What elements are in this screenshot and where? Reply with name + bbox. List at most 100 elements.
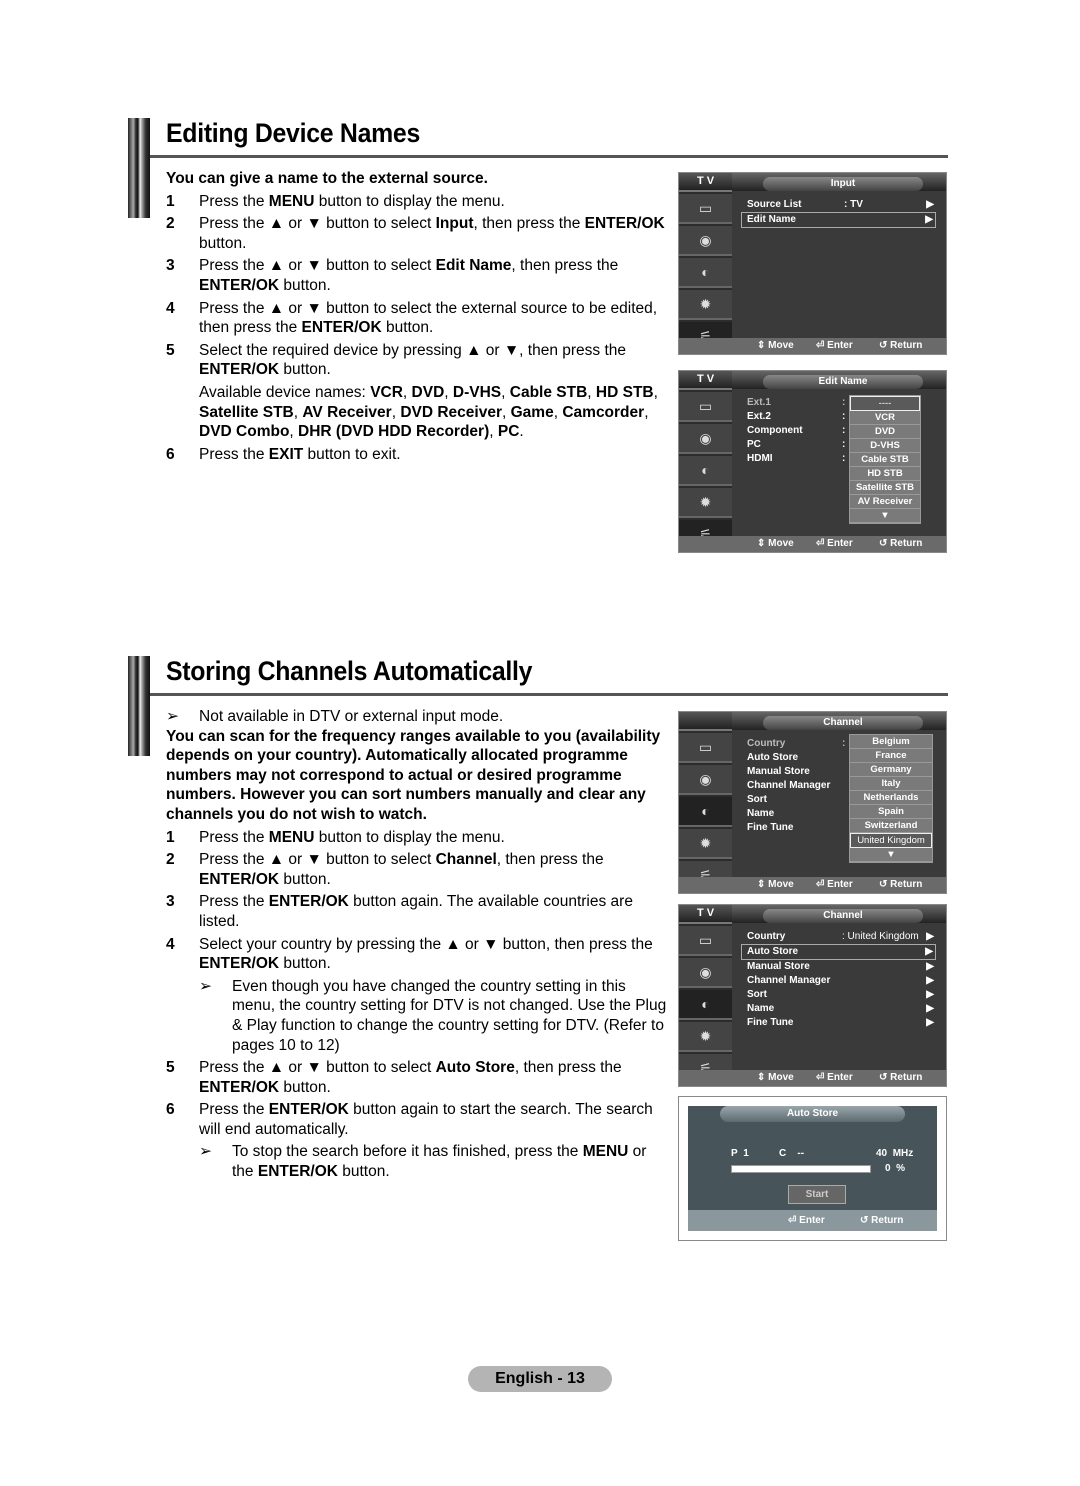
picture-icon[interactable]: ▭ (679, 194, 732, 224)
country-list[interactable]: Belgium France Germany Italy Netherlands Spai… (849, 734, 933, 863)
sound-icon[interactable]: ◉ (679, 424, 732, 454)
scroll-down-icon[interactable]: ▼ (850, 848, 932, 862)
device-option[interactable]: HD STB (850, 467, 920, 481)
tv-menu-channel: Channel T V ▭ ◉ ◐ ✹ ⚟ Country: United Ki… (678, 904, 947, 1087)
section1-text: You can give a name to the external sour… (166, 169, 671, 464)
note-arrow-icon: ➢ (199, 977, 212, 995)
sound-icon[interactable]: ◉ (679, 958, 732, 988)
title-rule (150, 155, 948, 158)
return-hint: ↺ Return (879, 340, 923, 351)
device-option[interactable]: AV Receiver (850, 495, 920, 509)
menu-row-source-list[interactable]: Source List: TV ▶ (747, 198, 936, 212)
menu-footer: ⇕ Move ⏎ Enter ↺ Return (679, 536, 946, 552)
step-2: 2 Press the ▲ or ▼ button to select Input… (166, 214, 671, 253)
section-bar (128, 118, 150, 218)
step-text: Press the ▲ or ▼ button to select Input,… (199, 215, 665, 252)
menu-row[interactable]: Name ▶ (747, 1002, 936, 1016)
lead-text: You can scan for the frequency ranges av… (166, 727, 661, 823)
country-option[interactable]: Spain (850, 805, 932, 819)
menu-row-edit-name[interactable]: Edit Name ▶ (741, 212, 936, 228)
country-option[interactable]: Switzerland (850, 819, 932, 833)
menu-sidebar: ▭ ◉ ◐ ✹ ⚟ (679, 712, 732, 891)
country-option[interactable]: Italy (850, 777, 932, 791)
menu-title: Input (763, 177, 923, 191)
device-option[interactable]: Satellite STB (850, 481, 920, 495)
menu-row[interactable]: Manual Store ▶ (747, 960, 936, 974)
dialog-title: Auto Store (720, 1106, 905, 1122)
menu-title: Channel (763, 909, 923, 923)
page-number: English - 13 (468, 1366, 612, 1392)
device-option[interactable]: ---- (850, 396, 920, 411)
menu-sidebar: T V ▭ ◉ ◐ ✹ ⚟ (679, 173, 732, 352)
menu-sidebar: T V ▭ ◉ ◐ ✹ ⚟ (679, 905, 732, 1084)
channel-icon[interactable]: ◐ (679, 797, 732, 827)
picture-icon[interactable]: ▭ (679, 392, 732, 422)
channel-icon[interactable]: ◐ (679, 456, 732, 486)
step-number: 5 (166, 341, 175, 359)
menu-row[interactable]: Channel Manager ▶ (747, 974, 936, 988)
device-option[interactable]: Cable STB (850, 453, 920, 467)
step-2: 2 Press the ▲ or ▼ button to select Chann… (166, 850, 671, 889)
picture-icon[interactable]: ▭ (679, 733, 732, 763)
step-3: 3 Press the ENTER/OK button again. The av… (166, 892, 671, 931)
picture-icon[interactable]: ▭ (679, 926, 732, 956)
step-1: 1 Press the MENU button to display the me… (166, 192, 671, 212)
menu-row[interactable]: Auto Store ▶ (741, 944, 936, 960)
arrow-right-icon: ▶ (926, 1017, 934, 1028)
note: ➢ Not available in DTV or external input … (166, 707, 671, 727)
menu-row[interactable]: Fine Tune ▶ (747, 1016, 936, 1030)
tv-menu-input: Input T V ▭ ◉ ◐ ✹ ⚟ Source List: TV ▶ Edi… (678, 172, 947, 355)
note-arrow-icon: ➢ (199, 1143, 212, 1161)
step-text: Select your country by pressing the ▲ or… (199, 935, 671, 1056)
sound-icon[interactable]: ◉ (679, 226, 732, 256)
available-names: Available device names: VCR, DVD, D-VHS,… (199, 383, 658, 441)
return-hint: ↺ Return (879, 879, 923, 890)
start-button[interactable]: Start (788, 1185, 846, 1204)
device-option[interactable]: D-VHS (850, 439, 920, 453)
sound-icon[interactable]: ◉ (679, 765, 732, 795)
dialog-footer: ⏎ Enter ↺ Return (688, 1210, 937, 1231)
tv-label (679, 712, 732, 731)
progress-text: 0 % (885, 1163, 906, 1174)
step-number: 4 (166, 299, 175, 317)
device-name-list[interactable]: ---- VCR DVD D-VHS Cable STB HD STB Satellite … (849, 395, 921, 524)
setup-icon[interactable]: ✹ (679, 829, 732, 859)
section-title: Storing Channels Automatically (166, 656, 533, 686)
menu-row[interactable]: Sort ▶ (747, 988, 936, 1002)
enter-hint: ⏎ Enter (788, 1215, 825, 1226)
device-option[interactable]: DVD (850, 425, 920, 439)
country-option[interactable]: Belgium (850, 735, 932, 749)
device-option[interactable]: VCR (850, 411, 920, 425)
setup-icon[interactable]: ✹ (679, 488, 732, 518)
setup-icon[interactable]: ✹ (679, 290, 732, 320)
country-option[interactable]: Netherlands (850, 791, 932, 805)
arrow-right-icon: ▶ (926, 975, 934, 986)
frequency-readout: 40 MHz (876, 1148, 914, 1159)
step-text: Press the ▲ or ▼ button to select Edit N… (199, 257, 619, 294)
step-text: Press the ENTER/OK button again. The ava… (199, 893, 633, 930)
step-number: 3 (166, 257, 175, 275)
setup-icon[interactable]: ✹ (679, 1022, 732, 1052)
channel-icon[interactable]: ◐ (679, 990, 732, 1020)
step-number: 2 (166, 851, 175, 869)
channel-icon[interactable]: ◐ (679, 258, 732, 288)
step-text: Press the EXIT button to exit. (199, 445, 401, 463)
country-option[interactable]: France (850, 749, 932, 763)
note-text: Not available in DTV or external input m… (199, 708, 504, 725)
step-6: 6 Press the EXIT button to exit. (166, 445, 671, 465)
return-hint: ↺ Return (879, 1072, 923, 1083)
menu-row[interactable]: Country: United Kingdom ▶ (747, 930, 936, 944)
step-text: Press the ENTER/OK button again to start… (199, 1100, 671, 1181)
step-number: 2 (166, 215, 175, 233)
arrow-right-icon: ▶ (926, 1003, 934, 1014)
move-hint: ⇕ Move (757, 538, 794, 549)
enter-hint: ⏎ Enter (816, 538, 853, 549)
arrow-right-icon: ▶ (926, 199, 934, 210)
step-5: 5 Select the required device by pressing … (166, 341, 671, 442)
step-number: 6 (166, 1101, 175, 1119)
country-option[interactable]: United Kingdom (850, 833, 932, 848)
scroll-down-icon[interactable]: ▼ (850, 509, 920, 523)
country-option[interactable]: Germany (850, 763, 932, 777)
section-bar (128, 656, 150, 756)
tv-label: T V (679, 371, 732, 390)
